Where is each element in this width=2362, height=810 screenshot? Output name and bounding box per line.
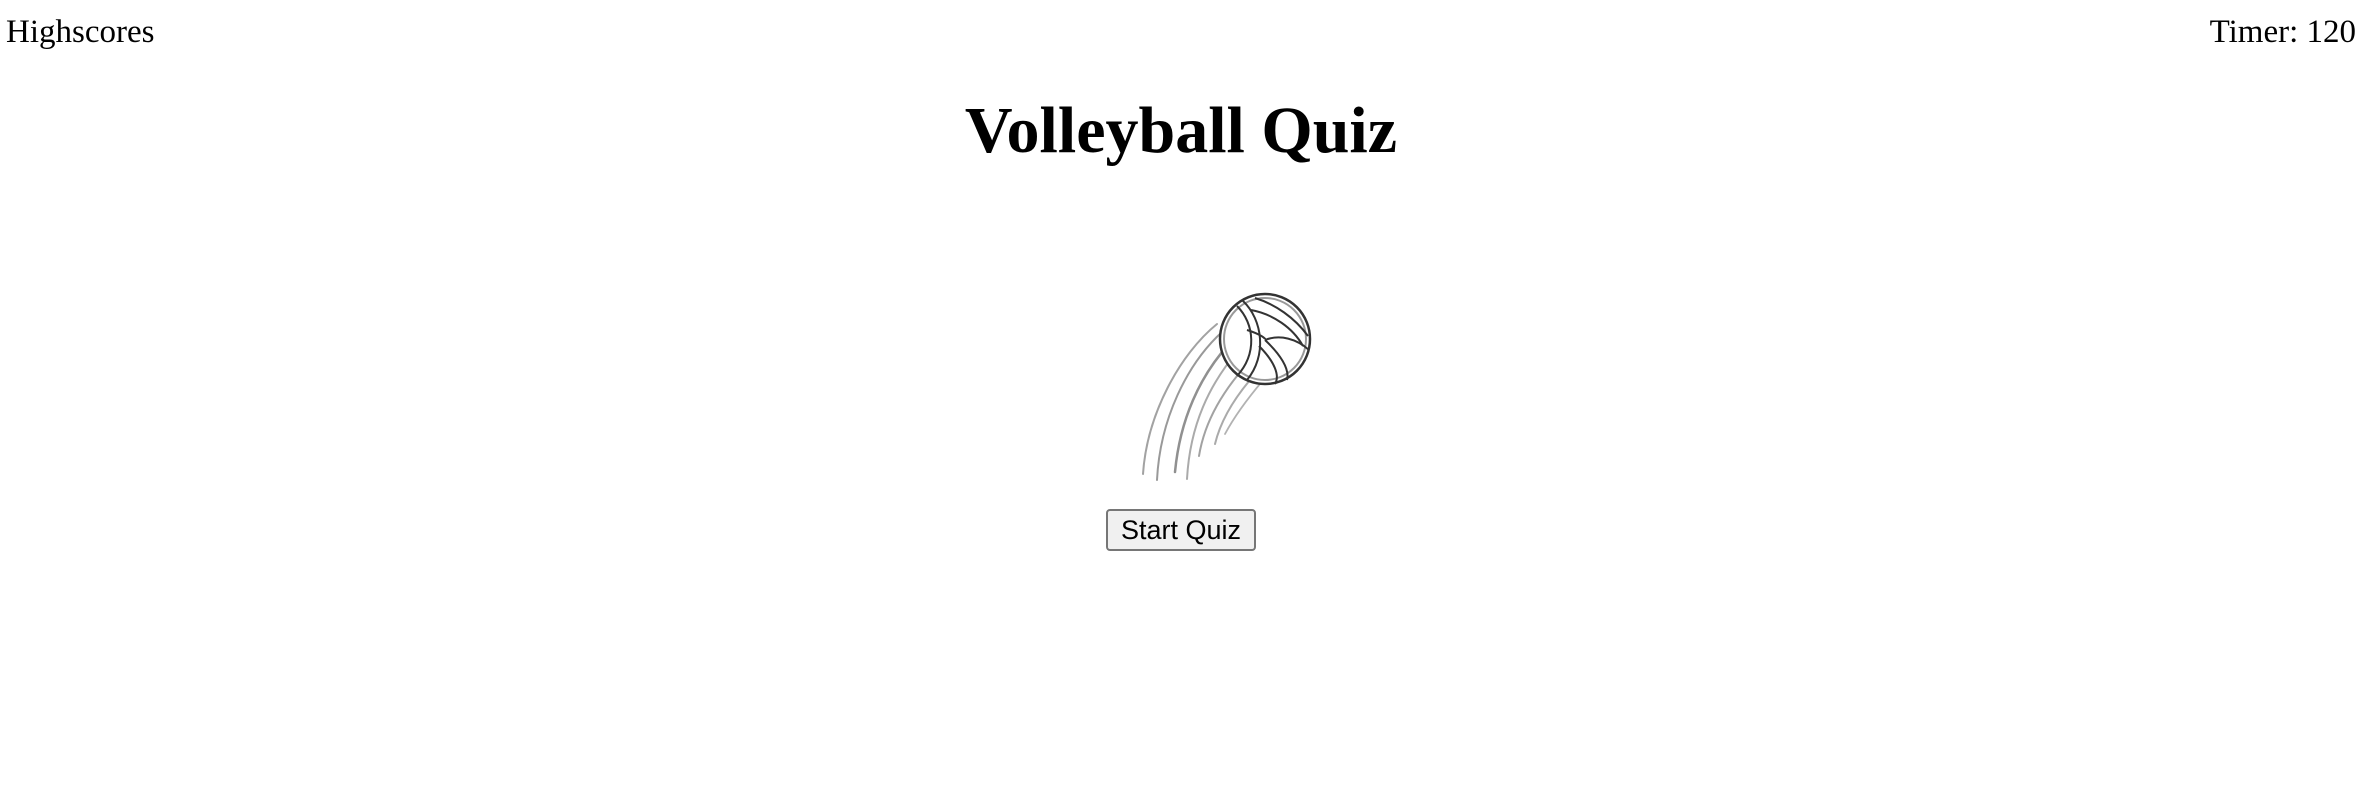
start-quiz-button[interactable]: Start Quiz [1106, 509, 1256, 551]
volleyball-in-motion-icon [1142, 292, 1312, 481]
volleyball-image [1125, 284, 1325, 484]
page-title: Volleyball Quiz [964, 94, 1398, 167]
highscores-link[interactable]: Highscores [6, 12, 154, 52]
top-bar: Highscores Timer: 120 [0, 0, 2362, 60]
timer-display: Timer: 120 [2209, 14, 2356, 50]
